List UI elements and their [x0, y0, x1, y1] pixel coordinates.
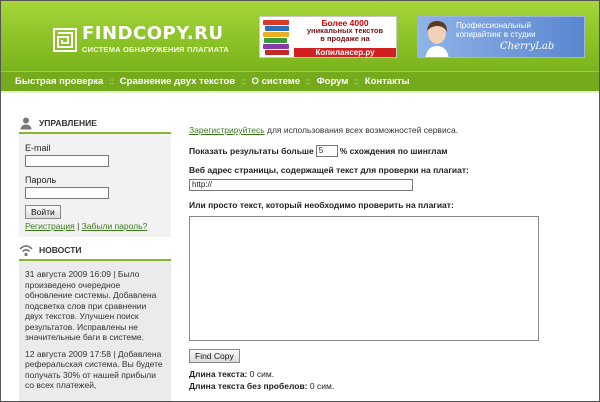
site-logo[interactable]: FINDCOPY.RU СИСТЕМА ОБНАРУЖЕНИЯ ПЛАГИАТА — [53, 25, 229, 54]
site-header: FINDCOPY.RU СИСТЕМА ОБНАРУЖЕНИЯ ПЛАГИАТА… — [1, 1, 599, 71]
nav-compare-texts[interactable]: Сравнение двух текстов — [120, 76, 235, 87]
control-header: УПРАВЛЕНИЕ — [19, 114, 171, 134]
nav-separator: :: — [109, 77, 114, 86]
link-separator: | — [77, 221, 80, 231]
forgot-password-link[interactable]: Забыли пароль? — [82, 221, 148, 231]
text-label: Или просто текст, который необходимо про… — [189, 200, 454, 210]
threshold-row: Показать результаты больше 5 % схождения… — [189, 145, 589, 157]
find-copy-button[interactable]: Find Copy — [189, 349, 240, 363]
auth-links: Регистрация | Забыли пароль? — [25, 221, 165, 231]
email-input[interactable] — [25, 155, 109, 167]
password-input[interactable] — [25, 187, 109, 199]
banner1-url: Копилансер.ру — [294, 48, 396, 57]
main-nav: Быстрая проверка :: Сравнение двух текст… — [1, 71, 599, 91]
news-list: 31 августа 2009 16:09 | Было произведено… — [19, 261, 171, 401]
nav-separator: :: — [354, 77, 359, 86]
sidebar: УПРАВЛЕНИЕ E-mail Пароль Войти Регистрац… — [19, 114, 171, 401]
news-item: 12 августа 2009 17:58 | Добавлена рефера… — [25, 348, 163, 391]
text-input[interactable] — [189, 216, 539, 341]
logo-maze-icon — [53, 27, 77, 52]
length-nospace-label: Длина текста без пробелов: — [189, 381, 308, 391]
url-input[interactable]: http:// — [189, 179, 413, 191]
nav-separator: :: — [306, 77, 311, 86]
news-header: НОВОСТИ — [19, 241, 171, 261]
length-stat: Длина текста: 0 сим. — [189, 369, 589, 379]
register-text: для использования всех возможностей серв… — [264, 125, 459, 135]
email-label: E-mail — [25, 143, 51, 153]
threshold-prefix: Показать результаты больше — [189, 146, 314, 156]
nav-forum[interactable]: Форум — [317, 76, 349, 87]
length-nospace-value: 0 сим. — [309, 381, 335, 391]
nav-contacts[interactable]: Контакты — [365, 76, 410, 87]
nav-separator: :: — [241, 77, 246, 86]
nav-about[interactable]: О системе — [252, 76, 301, 87]
register-link[interactable]: Регистрация — [25, 221, 75, 231]
user-icon — [19, 116, 33, 130]
length-nospace-stat: Длина текста без пробелов: 0 сим. — [189, 381, 589, 391]
main-content: Зарегистрируйтесь для использования всех… — [189, 125, 589, 391]
length-label: Длина текста: — [189, 369, 248, 379]
news-title: НОВОСТИ — [39, 245, 82, 255]
page: FINDCOPY.RU СИСТЕМА ОБНАРУЖЕНИЯ ПЛАГИАТА… — [0, 0, 600, 402]
banner2-brand: CherryLab — [500, 41, 555, 52]
register-prompt: Зарегистрируйтесь для использования всех… — [189, 125, 589, 135]
banner2-line2: копирайтинг в студии — [456, 30, 536, 39]
logo-subtitle: СИСТЕМА ОБНАРУЖЕНИЯ ПЛАГИАТА — [82, 45, 229, 54]
password-label: Пароль — [25, 175, 57, 185]
wifi-icon — [19, 243, 33, 257]
login-form: E-mail Пароль Войти Регистрация | Забыли… — [19, 134, 171, 237]
control-title: УПРАВЛЕНИЕ — [39, 118, 97, 128]
banner1-line3: в продаже на — [320, 34, 370, 43]
login-button[interactable]: Войти — [25, 205, 61, 219]
nav-quick-check[interactable]: Быстрая проверка — [15, 76, 103, 87]
length-value: 0 сим. — [249, 369, 275, 379]
books-stack-icon — [263, 20, 291, 56]
threshold-suffix: % схождения по шинглам — [339, 146, 448, 156]
logo-title: FINDCOPY.RU — [82, 23, 224, 44]
nav-shadow — [1, 91, 599, 94]
kopilancer-banner[interactable]: Более 4000 уникальных текстов в продаже … — [259, 16, 397, 58]
banner2-line1: Профессиональный — [456, 21, 531, 30]
register-link-main[interactable]: Зарегистрируйтесь — [189, 125, 265, 135]
threshold-input[interactable]: 5 — [315, 145, 338, 157]
url-label: Веб адрес страницы, содержащей текст для… — [189, 165, 469, 175]
woman-photo-icon — [422, 19, 452, 57]
cherrylab-banner[interactable]: Профессиональный копирайтинг в студии Ch… — [417, 16, 585, 58]
news-item: 31 августа 2009 16:09 | Было произведено… — [25, 269, 157, 342]
